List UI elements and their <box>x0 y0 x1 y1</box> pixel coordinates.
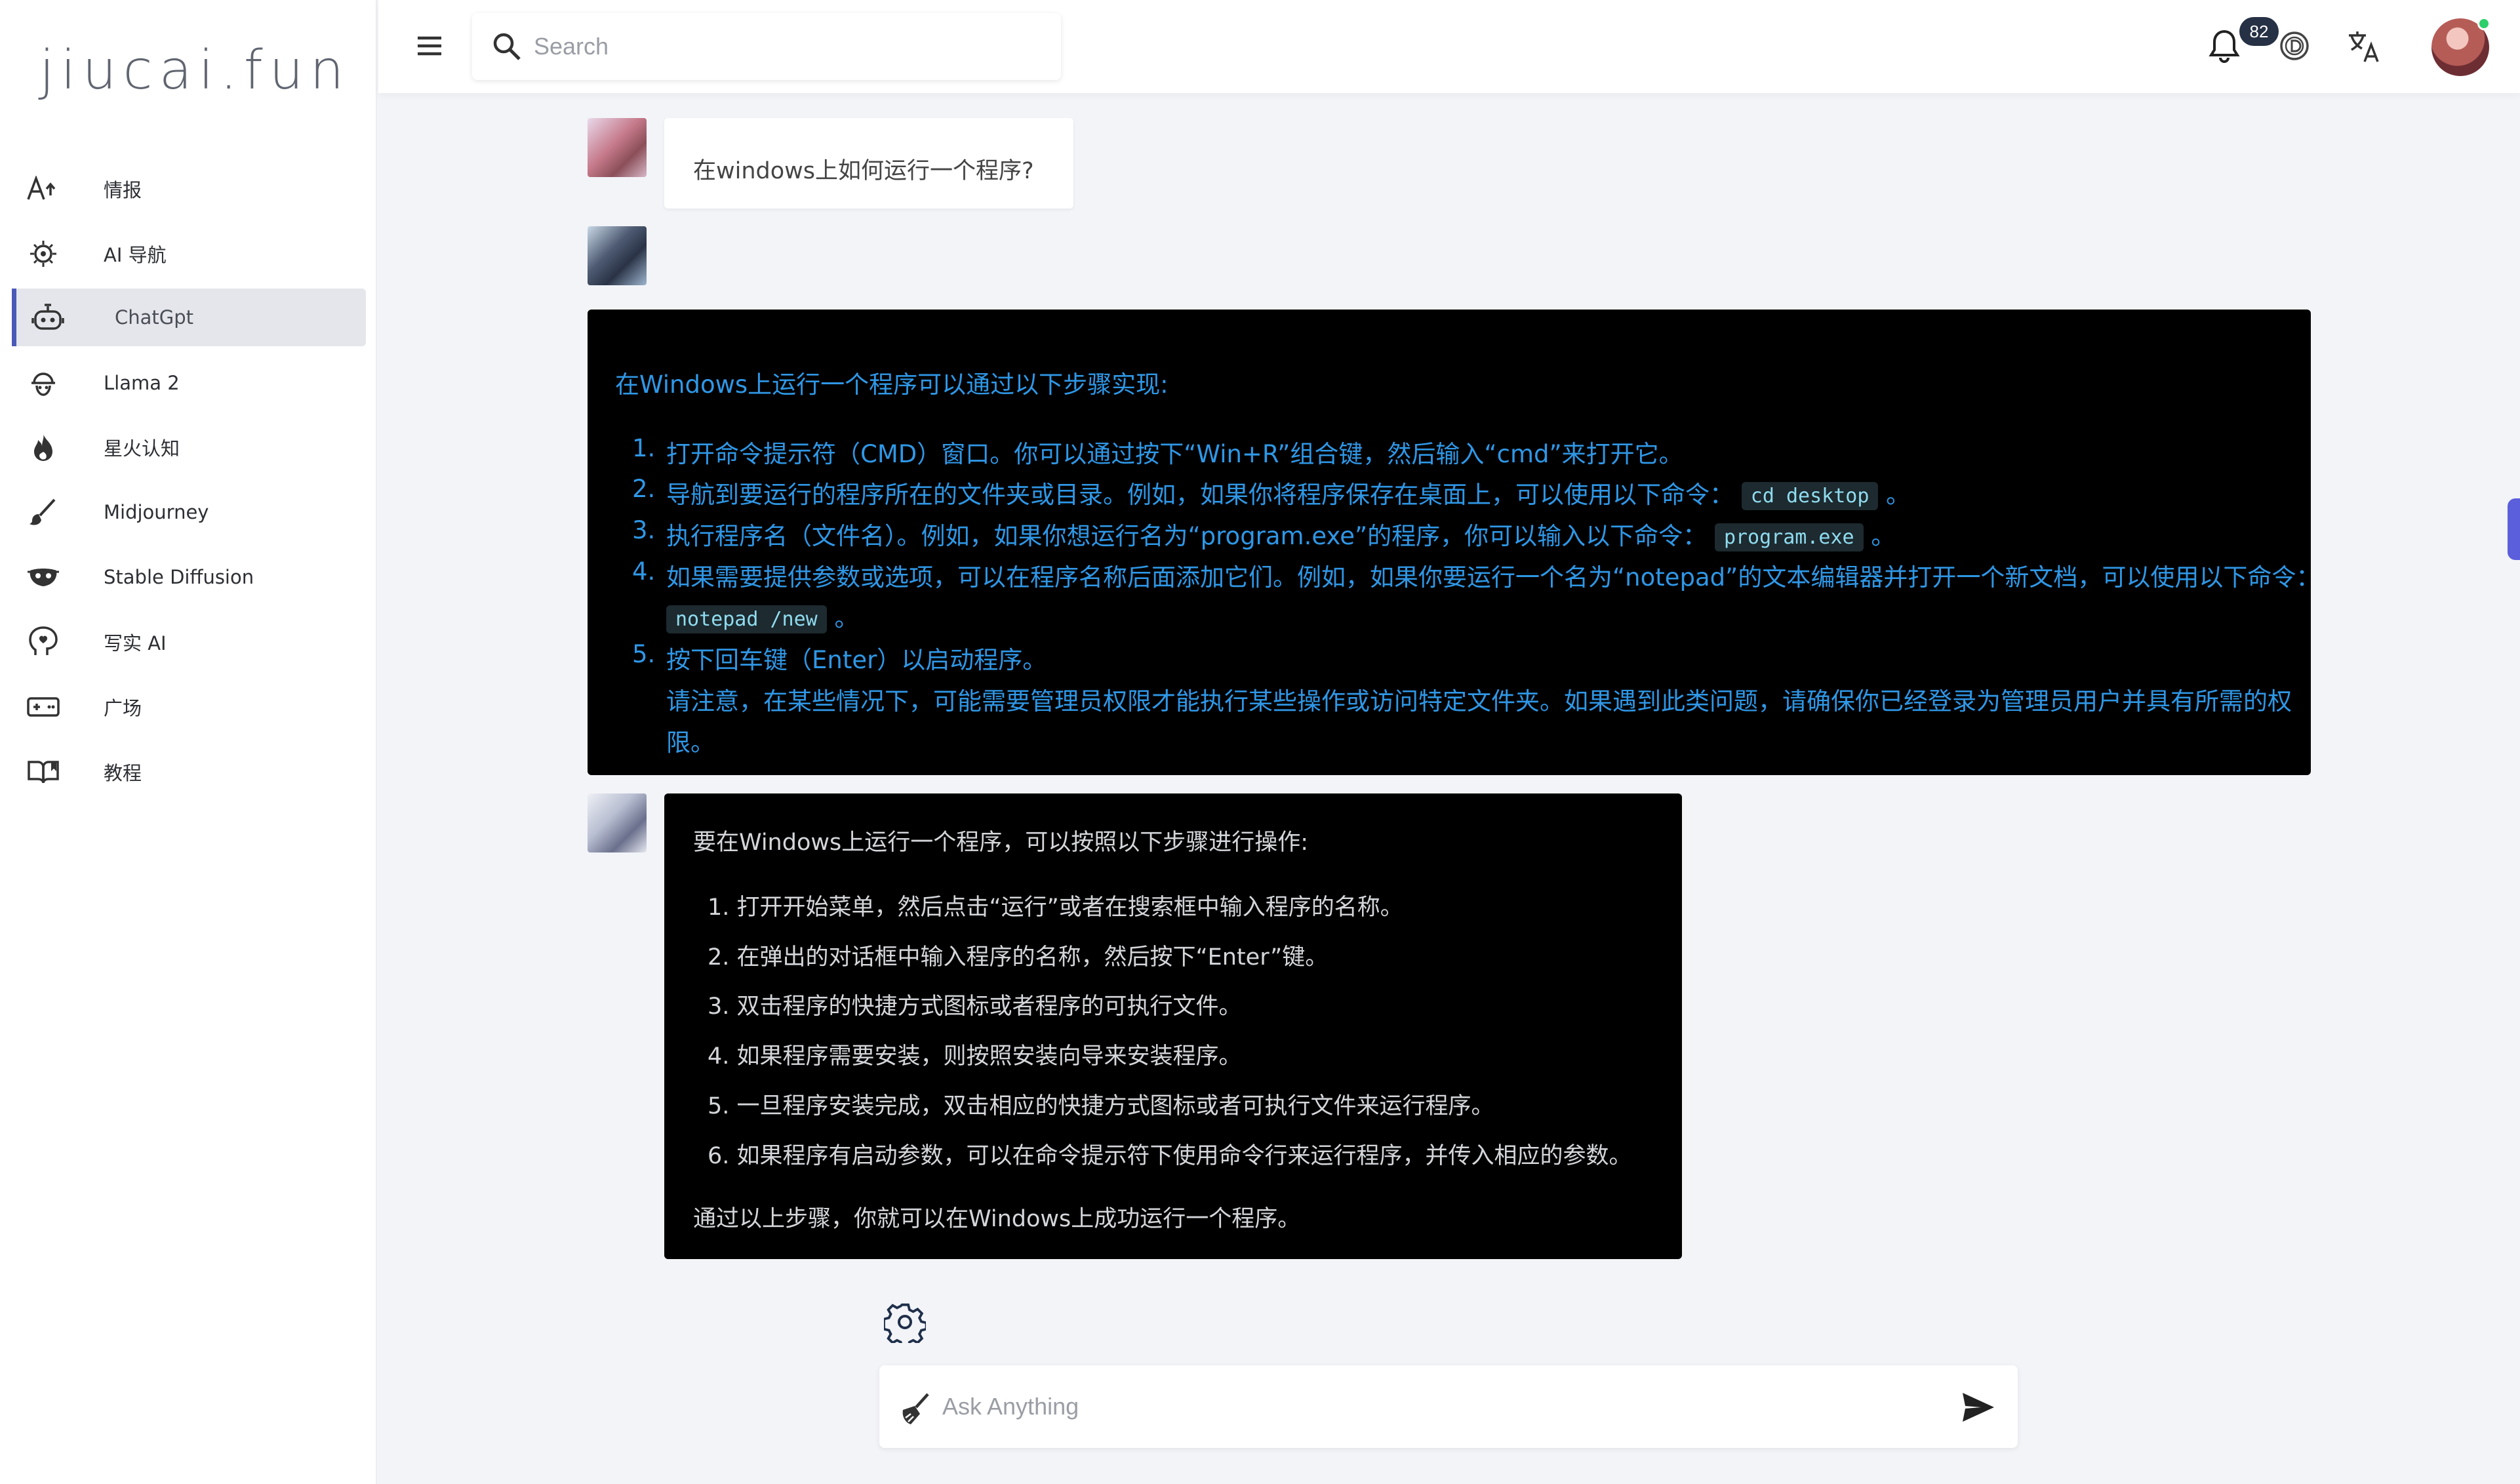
sidebar-item-label: Midjourney <box>104 501 209 523</box>
gamepad-icon <box>24 687 63 727</box>
list-number: 1. <box>632 434 656 462</box>
sidebar-item-spark[interactable]: 星火认知 <box>12 418 366 476</box>
send-icon <box>1963 1393 1994 1422</box>
sidebar-item-label: 情报 <box>104 179 142 201</box>
list-number: 4. <box>632 557 656 586</box>
sidebar-item-midjourney[interactable]: Midjourney <box>12 483 366 541</box>
sidebar-item-chatgpt[interactable]: ChatGpt <box>12 289 366 346</box>
sidebar-item-label: AI 导航 <box>104 244 167 266</box>
logo-divider <box>26 131 354 148</box>
search-icon <box>492 31 522 62</box>
notification-badge: 82 <box>2239 17 2279 46</box>
list-item: 3. 双击程序的快捷方式图标或者程序的可执行文件。 <box>708 993 1242 1020</box>
translate-icon <box>2349 31 2379 62</box>
composer <box>879 1365 2018 1448</box>
assistant-message-1: 在Windows上运行一个程序可以通过以下步骤实现: 1. 打开命令提示符（CM… <box>588 310 2320 775</box>
sidebar-item-stable-diffusion[interactable]: Stable Diffusion <box>12 548 366 606</box>
answer-outro: 通过以上步骤，你就可以在Windows上成功运行一个程序。 <box>693 1206 1301 1232</box>
brush-icon <box>24 492 63 532</box>
online-status-dot <box>2477 17 2490 30</box>
sidebar-item-label: 写实 AI <box>104 632 167 654</box>
sidebar-item-llama[interactable]: Llama 2 <box>12 354 366 412</box>
user-avatar-message <box>588 118 647 177</box>
hamburger-icon <box>418 36 441 56</box>
sidebar-item-realistic-ai[interactable]: 写实 AI <box>12 613 366 671</box>
sidebar-item-tutorial[interactable]: 教程 <box>12 743 366 801</box>
list-text: 执行程序名（文件名）。例如，如果你想运行名为“program.exe”的程序，你… <box>666 516 1895 551</box>
list-text-part: 导航到要运行的程序所在的文件夹或目录。例如，如果你将程序保存在桌面上，可以使用以… <box>666 481 1734 509</box>
llama-icon <box>24 363 63 403</box>
bot-avatar <box>588 226 647 285</box>
list-text-part: 。 <box>834 604 859 632</box>
site-logo[interactable]: jiucai.fun <box>39 39 344 105</box>
clear-chat-icon[interactable] <box>896 1390 933 1427</box>
list-item: 5. 一旦程序安装完成，双击相应的快捷方式图标或者可执行文件来运行程序。 <box>708 1093 1494 1119</box>
head-icon <box>24 622 63 662</box>
list-item: 6. 如果程序有启动参数，可以在命令提示符下使用命令行来运行程序，并传入相应的参… <box>708 1143 1632 1169</box>
font-size-icon <box>24 169 63 209</box>
sidebar: jiucai.fun 情报 AI 导航 ChatGpt Llama 2 星火认知… <box>0 0 377 1484</box>
list-text: 打开命令提示符（CMD）窗口。你可以通过按下“Win+R”组合键，然后输入“cm… <box>666 440 1683 468</box>
code-snippet: program.exe <box>1714 523 1864 551</box>
coin-button[interactable] <box>2273 25 2315 67</box>
side-drawer-tab[interactable] <box>2508 498 2520 560</box>
robot-icon <box>28 298 68 337</box>
user-message: 在windows上如何运行一个程序? <box>664 118 1073 209</box>
sidebar-item-square[interactable]: 广场 <box>12 678 366 736</box>
sidebar-item-news[interactable]: 情报 <box>12 160 366 218</box>
fire-icon <box>24 428 63 467</box>
list-text-part: 。 <box>1871 522 1896 550</box>
search-box <box>472 13 1061 80</box>
settings-button[interactable] <box>883 1301 928 1349</box>
send-button[interactable] <box>1960 1389 1997 1426</box>
list-number: 5. <box>632 640 656 668</box>
bell-icon <box>2209 30 2240 63</box>
code-snippet: notepad /new <box>666 605 827 633</box>
list-number: 3. <box>632 516 656 544</box>
sidebar-item-label: ChatGpt <box>115 306 194 329</box>
list-item: 1. 打开开始菜单，然后点击“运行”或者在搜索框中输入程序的名称。 <box>708 894 1403 921</box>
menu-toggle-button[interactable] <box>411 28 448 64</box>
note-text: 限。 <box>666 729 715 757</box>
ask-input[interactable] <box>942 1386 1926 1427</box>
list-text: notepad /new 。 <box>666 598 859 633</box>
answer-intro: 要在Windows上运行一个程序，可以按照以下步骤进行操作: <box>693 830 1309 856</box>
coin-icon <box>2280 31 2309 60</box>
sidebar-item-ai-nav[interactable]: AI 导航 <box>12 225 366 283</box>
top-bar: 82 <box>378 0 2520 93</box>
bot-avatar <box>588 793 647 852</box>
answer-intro: 在Windows上运行一个程序可以通过以下步骤实现: <box>615 371 1169 399</box>
book-icon <box>24 752 63 792</box>
assistant-message-2: 要在Windows上运行一个程序，可以按照以下步骤进行操作: 1. 打开开始菜单… <box>664 793 1682 1259</box>
list-text: 按下回车键（Enter）以启动程序。 <box>666 646 1047 674</box>
sidebar-item-label: Stable Diffusion <box>104 566 254 588</box>
list-item: 4. 如果程序需要安装，则按照安装向导来安装程序。 <box>708 1043 1242 1070</box>
list-text: 导航到要运行的程序所在的文件夹或目录。例如，如果你将程序保存在桌面上，可以使用以… <box>666 475 1910 510</box>
list-number: 2. <box>632 475 656 503</box>
sidebar-item-label: 星火认知 <box>104 437 180 460</box>
code-snippet: cd desktop <box>1741 482 1879 510</box>
sidebar-item-label: 广场 <box>104 697 142 719</box>
list-text-part: 。 <box>1886 481 1911 509</box>
translate-button[interactable] <box>2344 25 2386 67</box>
search-input[interactable] <box>534 28 1032 66</box>
list-text-part: 执行程序名（文件名）。例如，如果你想运行名为“program.exe”的程序，你… <box>666 522 1708 550</box>
note-text: 请注意，在某些情况下，可能需要管理员权限才能执行某些操作或访问特定文件夹。如果遇… <box>666 687 2292 715</box>
sidebar-item-label: 教程 <box>104 762 142 784</box>
compass-icon <box>24 234 63 273</box>
list-text: 如果需要提供参数或选项，可以在程序名称后面添加它们。例如，如果你要运行一个名为“… <box>666 563 2321 592</box>
sidebar-item-label: Llama 2 <box>104 372 180 394</box>
mask-icon <box>24 557 63 597</box>
gear-icon <box>883 1303 928 1349</box>
list-item: 2. 在弹出的对话框中输入程序的名称，然后按下“Enter”键。 <box>708 944 1329 971</box>
